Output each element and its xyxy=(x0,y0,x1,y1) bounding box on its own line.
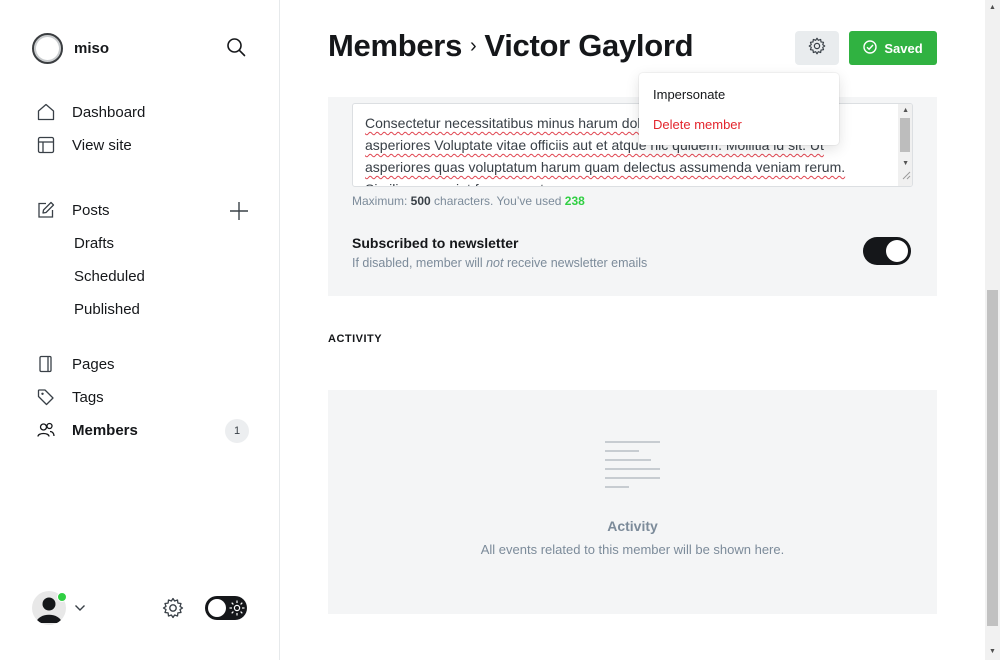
scroll-down-arrow[interactable]: ▼ xyxy=(989,648,996,655)
site-name: miso xyxy=(74,40,110,57)
sidebar: miso Dashboard View site Posts Drafts Sc… xyxy=(0,0,280,660)
members-icon xyxy=(36,420,56,440)
activity-empty-description: All events related to this member will b… xyxy=(480,542,785,557)
page-scrollbar[interactable]: ▲ ▼ xyxy=(985,0,1000,660)
scroll-down-arrow[interactable]: ▼ xyxy=(902,160,909,167)
nav-tags[interactable]: Tags xyxy=(36,387,104,407)
nav-scheduled[interactable]: Scheduled xyxy=(74,268,145,285)
edit-icon xyxy=(36,200,56,220)
toggle-knob xyxy=(886,240,908,262)
scroll-up-arrow[interactable]: ▲ xyxy=(902,107,909,114)
newsletter-toggle[interactable] xyxy=(863,237,911,265)
activity-empty-state: Activity All events related to this memb… xyxy=(328,390,937,614)
max-chars: 500 xyxy=(410,194,431,208)
toggle-knob xyxy=(208,599,226,617)
nav-members-label: Members xyxy=(72,421,138,439)
layout-icon xyxy=(36,135,56,155)
newsletter-description: If disabled, member will not receive new… xyxy=(352,256,648,270)
saved-label: Saved xyxy=(884,40,923,56)
nav-view-site[interactable]: View site xyxy=(36,135,132,155)
nav-pages-label: Pages xyxy=(72,355,115,373)
scroll-up-arrow[interactable]: ▲ xyxy=(989,4,996,11)
used-chars: 238 xyxy=(564,194,585,208)
scroll-thumb[interactable] xyxy=(987,290,998,626)
member-name: Victor Gaylord xyxy=(484,28,694,63)
activity-empty-title: Activity xyxy=(607,518,658,534)
resize-handle-icon[interactable] xyxy=(902,167,911,185)
member-actions-menu: Impersonate Delete member xyxy=(639,73,839,145)
nav-pages[interactable]: Pages xyxy=(36,354,115,374)
activity-heading: ACTIVITY xyxy=(328,333,383,345)
add-post-icon[interactable] xyxy=(228,200,250,222)
chevron-down-icon[interactable] xyxy=(74,601,86,619)
member-actions-button[interactable] xyxy=(795,31,839,65)
check-circle-icon xyxy=(863,39,878,57)
theme-toggle[interactable] xyxy=(205,596,247,620)
members-count-badge: 1 xyxy=(225,419,249,443)
impersonate-menu-item[interactable]: Impersonate xyxy=(653,87,725,102)
nav-tags-label: Tags xyxy=(72,388,104,406)
nav-members[interactable]: Members xyxy=(36,420,138,440)
gear-icon xyxy=(808,37,826,60)
delete-member-menu-item[interactable]: Delete member xyxy=(653,117,742,132)
nav-dashboard-label: Dashboard xyxy=(72,103,146,121)
tag-icon xyxy=(36,387,56,407)
nav-posts-label: Posts xyxy=(72,201,110,219)
sun-icon xyxy=(228,599,246,622)
nav-dashboard[interactable]: Dashboard xyxy=(36,102,145,122)
brand[interactable]: miso xyxy=(32,33,109,64)
page-icon xyxy=(36,354,56,374)
breadcrumb-separator: › xyxy=(470,34,477,57)
newsletter-title: Subscribed to newsletter xyxy=(352,235,519,251)
home-icon xyxy=(36,102,56,122)
breadcrumb-members[interactable]: Members xyxy=(328,28,462,64)
nav-view-site-label: View site xyxy=(72,136,132,154)
scroll-thumb[interactable] xyxy=(900,118,910,152)
character-limit-hint: Maximum: 500 characters. You’ve used 238 xyxy=(352,194,585,208)
saved-button[interactable]: Saved xyxy=(849,31,937,65)
online-status-dot xyxy=(57,592,67,602)
member-details-panel: Consectetur necessitatibus minus harum d… xyxy=(328,97,937,296)
nav-published[interactable]: Published xyxy=(74,301,140,318)
nav-posts[interactable]: Posts xyxy=(36,200,110,220)
main-content: Members › Victor Gaylord Saved Consectet… xyxy=(280,0,985,660)
ring-logo-icon xyxy=(32,33,63,64)
page-title: Members › Victor Gaylord xyxy=(328,28,694,64)
document-lines-icon xyxy=(605,440,661,495)
search-icon[interactable] xyxy=(226,37,248,59)
settings-gear-icon[interactable] xyxy=(162,597,184,624)
nav-drafts[interactable]: Drafts xyxy=(74,235,114,252)
